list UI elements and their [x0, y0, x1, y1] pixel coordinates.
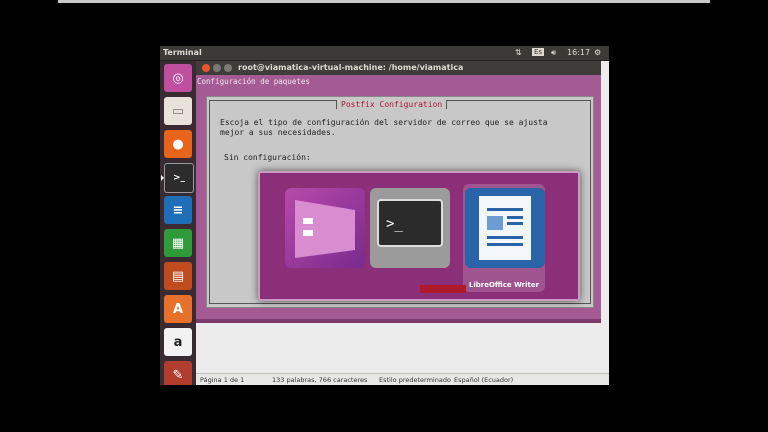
terminal-switcher-icon[interactable]: >_ — [370, 188, 450, 268]
app-switcher: >_ LibreOffice Writer — [258, 171, 580, 301]
status-page: Página 1 de 1 — [200, 376, 245, 384]
terminal-subtitle: Configuración de paquetes — [197, 77, 310, 86]
terminal-icon[interactable]: >_ — [164, 163, 194, 193]
network-icon[interactable]: ⇅ — [515, 48, 522, 57]
status-language: Español (Ecuador) — [454, 376, 514, 384]
terminal-titlebar[interactable]: root@viamatica-virtual-machine: /home/vi… — [196, 61, 601, 75]
writer-status-bar: Página 1 de 1 133 palabras, 766 caracter… — [196, 373, 609, 385]
impress-icon[interactable]: ▤ — [164, 262, 192, 290]
maximize-icon[interactable] — [224, 64, 232, 72]
sound-icon[interactable]: 🔊︎ — [551, 48, 556, 58]
settings-icon[interactable]: ✎ — [164, 361, 192, 385]
impress-switcher-icon[interactable] — [285, 188, 365, 268]
keyboard-indicator[interactable]: Es — [532, 48, 545, 56]
dialog-option[interactable]: Sin configuración: — [224, 153, 311, 162]
close-icon[interactable] — [202, 64, 210, 72]
terminal-title: root@viamatica-virtual-machine: /home/vi… — [238, 63, 464, 72]
dialog-title: Postfix Configuration — [336, 100, 448, 109]
terminal-window[interactable]: root@viamatica-virtual-machine: /home/vi… — [196, 61, 601, 319]
calc-icon[interactable]: ▦ — [164, 229, 192, 257]
writer-icon[interactable]: ≡ — [164, 196, 192, 224]
launcher: ◎ ▭ ● >_ ≡ ▦ ▤ A a ✎ — [160, 61, 196, 385]
terminal-bottom-edge — [196, 319, 601, 323]
top-strip — [58, 0, 710, 3]
writer-switcher-icon[interactable] — [465, 188, 545, 268]
panel-app-title: Terminal — [163, 48, 202, 57]
top-panel: Terminal ⇅ Es 🔊︎ 16:17 ⚙ — [160, 46, 609, 61]
svg-text:>_: >_ — [386, 216, 403, 232]
gear-icon[interactable]: ⚙ — [594, 48, 601, 57]
desktop-screen: Terminal ⇅ Es 🔊︎ 16:17 ⚙ ◎ ▭ ● >_ ≡ ▦ ▤ … — [160, 46, 609, 385]
switcher-selected-label: LibreOffice Writer — [468, 281, 540, 289]
status-words: 133 palabras, 766 caracteres — [272, 376, 368, 384]
status-style: Estilo predeterminado — [379, 376, 451, 384]
amazon-icon[interactable]: a — [164, 328, 192, 356]
clock[interactable]: 16:17 — [567, 48, 590, 57]
ubuntu-dash-icon[interactable]: ◎ — [164, 64, 192, 92]
firefox-icon[interactable]: ● — [164, 130, 192, 158]
minimize-icon[interactable] — [213, 64, 221, 72]
switcher-red-mark — [420, 285, 466, 293]
files-icon[interactable]: ▭ — [164, 97, 192, 125]
software-center-icon[interactable]: A — [164, 295, 192, 323]
dialog-body: Escoja el tipo de configuración del serv… — [220, 118, 548, 137]
